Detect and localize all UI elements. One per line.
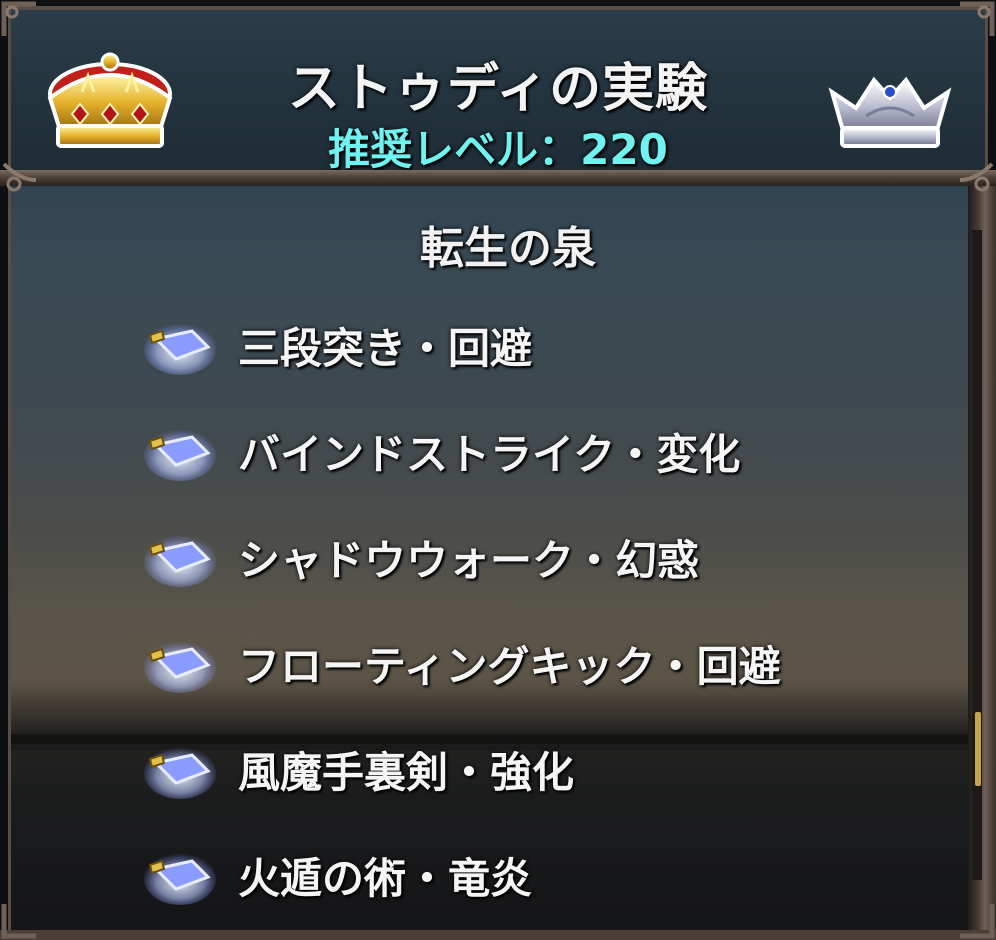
corner-ornament-top-right: [960, 1, 995, 36]
crystal-icon: [144, 853, 216, 905]
list-item: フローティングキック・回避: [140, 610, 960, 716]
skill-label: 風魔手裏剣・強化: [238, 747, 575, 797]
scrollbar-thumb[interactable]: [975, 712, 981, 786]
corner-ornament-bottom-left: [1, 904, 36, 939]
corner-ornament-bottom-right: [960, 904, 995, 939]
quest-info-window: ストゥディの実験 推奨レベル：220 転生の泉 三段突き・回避 バインドストライ…: [0, 0, 996, 940]
list-item: 火遁の術・竜炎: [140, 822, 960, 928]
corner-ornament-mid-left: [2, 162, 37, 192]
skill-label: バインドストライク・変化: [238, 429, 741, 479]
crystal-icon: [144, 323, 216, 375]
skill-label: シャドウウォーク・幻惑: [238, 535, 700, 585]
crystal-icon: [144, 429, 216, 481]
skill-label: 三段突き・回避: [238, 323, 533, 373]
crystal-icon: [144, 641, 216, 693]
list-item: 三段突き・回避: [140, 292, 960, 398]
bottom-border: [0, 930, 996, 940]
silver-crown-icon: [828, 76, 952, 148]
header-divider: [0, 170, 996, 186]
skill-label: フローティングキック・回避: [238, 641, 781, 691]
crystal-icon: [144, 747, 216, 799]
section-title: 転生の泉: [420, 223, 596, 274]
corner-ornament-mid-right: [959, 162, 994, 192]
list-item: 風魔手裏剣・強化: [140, 716, 960, 822]
list-item: バインドストライク・変化: [140, 398, 960, 504]
gold-crown-icon: [47, 52, 173, 148]
list-item: シャドウウォーク・幻惑: [140, 504, 960, 610]
crystal-icon: [144, 535, 216, 587]
skill-list: 三段突き・回避 バインドストライク・変化 シャドウウォーク・幻惑 フローティング…: [140, 292, 960, 928]
skill-label: 火遁の術・竜炎: [238, 853, 533, 903]
corner-ornament-top-left: [1, 1, 36, 36]
